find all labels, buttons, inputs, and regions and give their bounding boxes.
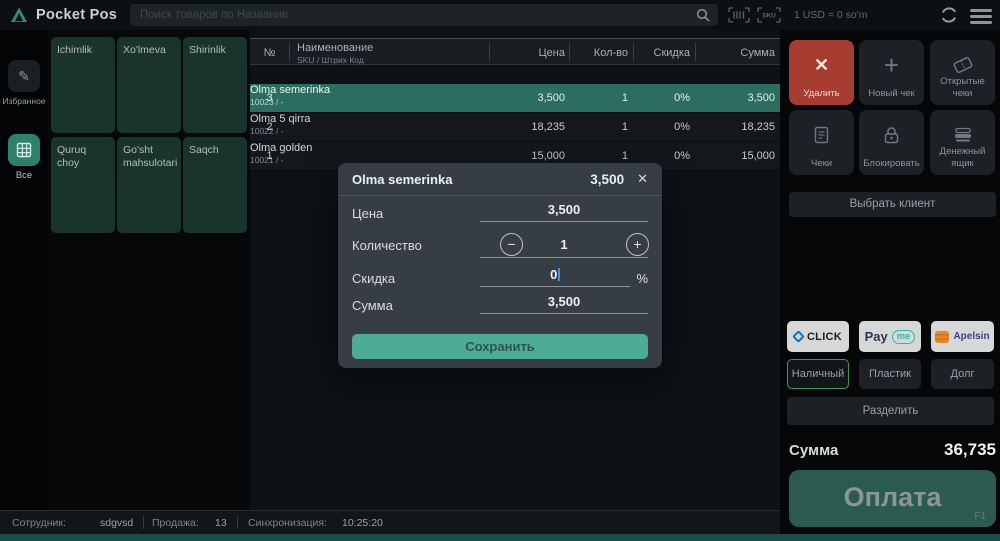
right-panel: ✕ Удалить + Новый чек Открытые чеки Чеки… <box>780 30 1000 534</box>
col-sum: Сумма <box>740 47 775 59</box>
click-diamond-icon <box>792 330 805 343</box>
employee-label: Сотрудник: <box>12 517 66 529</box>
brand-name: Pocket Pos <box>36 7 118 23</box>
grid-icon <box>16 142 32 158</box>
category-tile[interactable]: Quruq choy <box>51 137 115 233</box>
price-label: Цена <box>352 206 384 221</box>
col-qty: Кол-во <box>593 47 628 59</box>
logo-triangle-icon <box>11 7 27 22</box>
debt-payment-button[interactable]: Долг <box>931 359 994 389</box>
sync-value: 10:25:20 <box>342 517 383 529</box>
category-tile[interactable]: Xo'lmeva <box>117 37 181 133</box>
modal-header-price: 3,500 <box>590 171 625 187</box>
discount-field[interactable]: 0 <box>480 266 630 287</box>
category-tile[interactable]: Saqch <box>183 137 247 233</box>
lock-button[interactable]: Блокировать <box>859 110 924 175</box>
top-bar: Pocket Pos SKU 1 USD = 0 so'm <box>0 0 1000 30</box>
category-tile[interactable]: Go'sht mahsulotari <box>117 137 181 233</box>
select-client-button[interactable]: Выбрать клиент <box>789 192 996 217</box>
search-input[interactable] <box>130 4 718 26</box>
apelsin-wallet-icon <box>935 330 950 343</box>
price-field[interactable]: 3,500 <box>480 201 648 222</box>
brand: Pocket Pos <box>10 0 117 30</box>
category-tile[interactable]: Ichimlik <box>51 37 115 133</box>
payme-pay-button[interactable]: Pay me <box>859 321 921 352</box>
search-icon[interactable] <box>696 8 710 22</box>
svg-text:SKU: SKU <box>762 13 776 20</box>
open-checks-button[interactable]: Открытые чеки <box>930 40 995 105</box>
sync-label: Синхронизация: <box>248 517 327 529</box>
left-sidebar: ✎ Избранное Все <box>0 30 48 510</box>
modal-title: Olma semerinka <box>352 171 453 187</box>
qty-label: Количество <box>352 238 422 253</box>
barcode-scan-icon[interactable] <box>728 7 750 23</box>
save-button[interactable]: Сохранить <box>352 334 648 359</box>
delete-x-icon: ✕ <box>813 54 830 75</box>
pay-button[interactable]: Оплата F1 <box>789 470 996 527</box>
search-box <box>130 4 718 26</box>
total-label: Сумма <box>789 442 839 459</box>
modal-header: Olma semerinka 3,500 ✕ <box>338 163 662 196</box>
status-bar: Сотрудник: sdgvsd Продажа: 13 Синхрониза… <box>0 510 780 534</box>
click-pay-button[interactable]: CLICK <box>787 321 849 352</box>
all-label: Все <box>15 170 33 181</box>
sale-label: Продажа: <box>152 517 199 529</box>
product-edit-modal: Olma semerinka 3,500 ✕ Цена 3,500 Количе… <box>338 163 662 368</box>
text-cursor <box>558 268 560 281</box>
exchange-rate: 1 USD = 0 so'm <box>794 9 868 21</box>
col-name: Наименование SKU / Штрих Код <box>297 42 374 65</box>
qty-plus-button[interactable]: + <box>626 233 649 256</box>
col-num: № <box>263 47 276 59</box>
sum-label: Сумма <box>352 298 393 313</box>
sidebar-item-favorites[interactable]: ✎ <box>8 60 40 92</box>
table-row[interactable]: 2 Olma 5 qirra 10022 / - 18,235 1 0% 18,2… <box>250 113 780 142</box>
total-value: 36,735 <box>944 440 996 459</box>
split-button[interactable]: Разделить <box>787 397 994 425</box>
delete-button[interactable]: ✕ Удалить <box>789 40 854 105</box>
sum-field[interactable]: 3,500 <box>480 293 648 314</box>
lock-icon <box>859 120 924 150</box>
col-discount: Скидка <box>653 47 691 59</box>
checks-button[interactable]: Чеки <box>789 110 854 175</box>
new-check-button[interactable]: + Новый чек <box>859 40 924 105</box>
discount-unit: % <box>636 271 648 286</box>
close-icon[interactable]: ✕ <box>637 171 648 187</box>
cash-payment-button[interactable]: Наличный <box>787 359 849 389</box>
pocket-pos-app: Pocket Pos SKU 1 USD = 0 so'm <box>0 0 1000 541</box>
table-header: № Наименование SKU / Штрих Код Цена Кол-… <box>250 38 780 65</box>
favorites-label: Избранное <box>2 96 46 106</box>
sale-value: 13 <box>215 517 227 529</box>
plus-icon: + <box>883 49 900 80</box>
plastic-payment-button[interactable]: Пластик <box>859 359 921 389</box>
pencil-icon: ✎ <box>18 67 30 84</box>
receipt-icon <box>789 120 854 150</box>
cash-drawer-button[interactable]: Денежный ящик <box>930 110 995 175</box>
sync-refresh-icon[interactable] <box>940 6 958 24</box>
menu-hamburger-icon[interactable] <box>970 9 992 27</box>
discount-label: Скидка <box>352 271 396 286</box>
table-row[interactable]: 3 Olma semerinka 10023 / - 3,500 1 0% 3,5… <box>250 84 780 113</box>
pay-hotkey: F1 <box>974 511 986 522</box>
sku-scan-icon[interactable]: SKU <box>757 7 781 23</box>
apelsin-pay-button[interactable]: Apelsin <box>931 321 994 352</box>
col-price: Цена <box>538 47 565 59</box>
bottom-accent-strip <box>0 534 1000 541</box>
sidebar-item-all[interactable] <box>8 134 40 166</box>
category-tile[interactable]: Shirinlik <box>183 37 247 133</box>
employee-value: sdgvsd <box>100 517 134 529</box>
qty-minus-button[interactable]: − <box>500 233 523 256</box>
